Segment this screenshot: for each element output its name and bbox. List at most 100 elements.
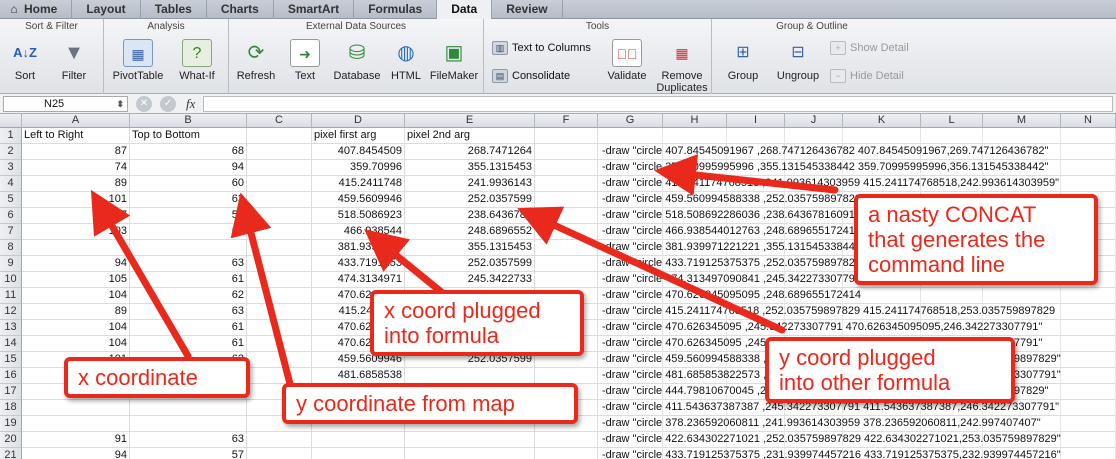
row-header[interactable]: 18 — [0, 400, 22, 416]
cell-a[interactable]: 101 — [22, 192, 130, 208]
cell-f[interactable] — [535, 368, 598, 384]
cell-e[interactable] — [405, 368, 535, 384]
column-header-d[interactable]: D — [312, 114, 405, 128]
row-header[interactable]: 15 — [0, 352, 22, 368]
cell-a[interactable]: 87 — [22, 144, 130, 160]
tab-tables[interactable]: Tables — [141, 0, 207, 19]
formula-input[interactable] — [203, 95, 1113, 112]
cell-c[interactable] — [247, 320, 312, 336]
cell-c[interactable] — [247, 272, 312, 288]
cell-b[interactable] — [130, 400, 247, 416]
cell-n[interactable] — [1061, 128, 1116, 144]
column-header-i[interactable]: I — [727, 114, 785, 128]
row-header[interactable]: 14 — [0, 336, 22, 352]
select-all-corner[interactable] — [0, 114, 22, 128]
cell-m[interactable] — [983, 288, 1061, 304]
cell-g[interactable] — [598, 128, 663, 144]
cell-a[interactable]: 94 — [22, 256, 130, 272]
cell-a[interactable]: Left to Right — [22, 128, 130, 144]
cell-a[interactable]: 89 — [22, 176, 130, 192]
cell-f[interactable] — [535, 144, 598, 160]
cell-c[interactable] — [247, 432, 312, 448]
row-header[interactable]: 11 — [0, 288, 22, 304]
cell-n[interactable] — [1061, 432, 1116, 448]
cell-b[interactable]: 59 — [130, 208, 247, 224]
cell-c[interactable] — [247, 208, 312, 224]
cancel-icon[interactable]: ✕ — [136, 95, 152, 112]
cell-d[interactable]: 433.7191253 — [312, 256, 405, 272]
cell-b[interactable]: 62 — [130, 224, 247, 240]
cell-c[interactable] — [247, 224, 312, 240]
cell-e[interactable]: 355.1315453 — [405, 240, 535, 256]
cell-f[interactable] — [535, 160, 598, 176]
cell-e[interactable]: 252.0357599 — [405, 256, 535, 272]
cell-e[interactable]: 238.6436781 — [405, 208, 535, 224]
cell-f[interactable] — [535, 224, 598, 240]
cell-c[interactable] — [247, 128, 312, 144]
cell-b[interactable]: 68 — [130, 144, 247, 160]
cell-e[interactable]: 248.6896552 — [405, 224, 535, 240]
text-to-columns-button[interactable]: ▥ Text to Columns — [492, 41, 591, 55]
column-header-n[interactable]: N — [1061, 114, 1116, 128]
cell-c[interactable] — [247, 448, 312, 459]
what-if-button[interactable]: ? What-If — [170, 39, 224, 82]
cell-f[interactable] — [535, 256, 598, 272]
cell-n[interactable] — [1061, 304, 1116, 320]
cell-c[interactable] — [247, 288, 312, 304]
cell-d[interactable]: 415.2411748 — [312, 176, 405, 192]
cell-d[interactable]: 466.938544 — [312, 224, 405, 240]
column-header-c[interactable]: C — [247, 114, 312, 128]
cell-b[interactable] — [130, 416, 247, 432]
cell-d[interactable]: 407.8454509 — [312, 144, 405, 160]
column-header-f[interactable]: F — [535, 114, 598, 128]
cell-c[interactable] — [247, 304, 312, 320]
filemaker-button[interactable]: ▣ FileMaker — [427, 39, 481, 82]
row-header[interactable]: 9 — [0, 256, 22, 272]
row-header[interactable]: 12 — [0, 304, 22, 320]
cell-n[interactable] — [1061, 384, 1116, 400]
database-button[interactable]: ⛁ Database — [329, 39, 385, 82]
hide-detail-button[interactable]: − Hide Detail — [830, 69, 904, 83]
cell-b[interactable]: 94 — [130, 160, 247, 176]
cell-a[interactable] — [22, 400, 130, 416]
cell-a[interactable]: 117 — [22, 208, 130, 224]
cell-f[interactable] — [535, 240, 598, 256]
tab-smartart[interactable]: SmartArt — [274, 0, 355, 19]
cell-c[interactable] — [247, 352, 312, 368]
cell-b[interactable]: 61 — [130, 272, 247, 288]
row-header[interactable]: 10 — [0, 272, 22, 288]
cell-l[interactable] — [921, 288, 983, 304]
row-header[interactable]: 13 — [0, 320, 22, 336]
remove-duplicates-button[interactable]: ▦ Remove Duplicates — [654, 39, 710, 94]
row-header[interactable]: 4 — [0, 176, 22, 192]
sort-button[interactable]: A↓Z Sort — [4, 39, 46, 82]
cell-m[interactable] — [983, 128, 1061, 144]
row-header[interactable]: 20 — [0, 432, 22, 448]
cell-b[interactable]: 60 — [130, 176, 247, 192]
cell-i[interactable] — [727, 128, 785, 144]
text-import-button[interactable]: ➜ Text — [283, 39, 327, 82]
cell-e[interactable]: 252.0357599 — [405, 192, 535, 208]
cell-f[interactable] — [535, 448, 598, 459]
cell-k[interactable] — [843, 128, 921, 144]
cell-n[interactable] — [1061, 288, 1116, 304]
cell-c[interactable] — [247, 368, 312, 384]
tab-formulas[interactable]: Formulas — [354, 0, 438, 19]
column-header-e[interactable]: E — [405, 114, 535, 128]
group-button[interactable]: ⊞ Group — [718, 39, 768, 82]
cell-n[interactable] — [1061, 144, 1116, 160]
cell-e[interactable]: pixel 2nd arg — [405, 128, 535, 144]
cell-b[interactable]: Top to Bottom — [130, 128, 247, 144]
cell-n[interactable] — [1061, 160, 1116, 176]
cell-b[interactable]: 57 — [130, 448, 247, 459]
function-icon[interactable]: fx — [186, 96, 195, 112]
column-header-k[interactable]: K — [843, 114, 921, 128]
cell-f[interactable] — [535, 432, 598, 448]
cell-e[interactable] — [405, 448, 535, 459]
cell-d[interactable] — [312, 448, 405, 459]
cell-d[interactable]: 481.6858538 — [312, 368, 405, 384]
name-box[interactable]: N25 ⬍ — [3, 95, 128, 112]
cell-b[interactable]: 63 — [130, 256, 247, 272]
consolidate-button[interactable]: ▤ Consolidate — [492, 69, 570, 83]
cell-c[interactable] — [247, 176, 312, 192]
